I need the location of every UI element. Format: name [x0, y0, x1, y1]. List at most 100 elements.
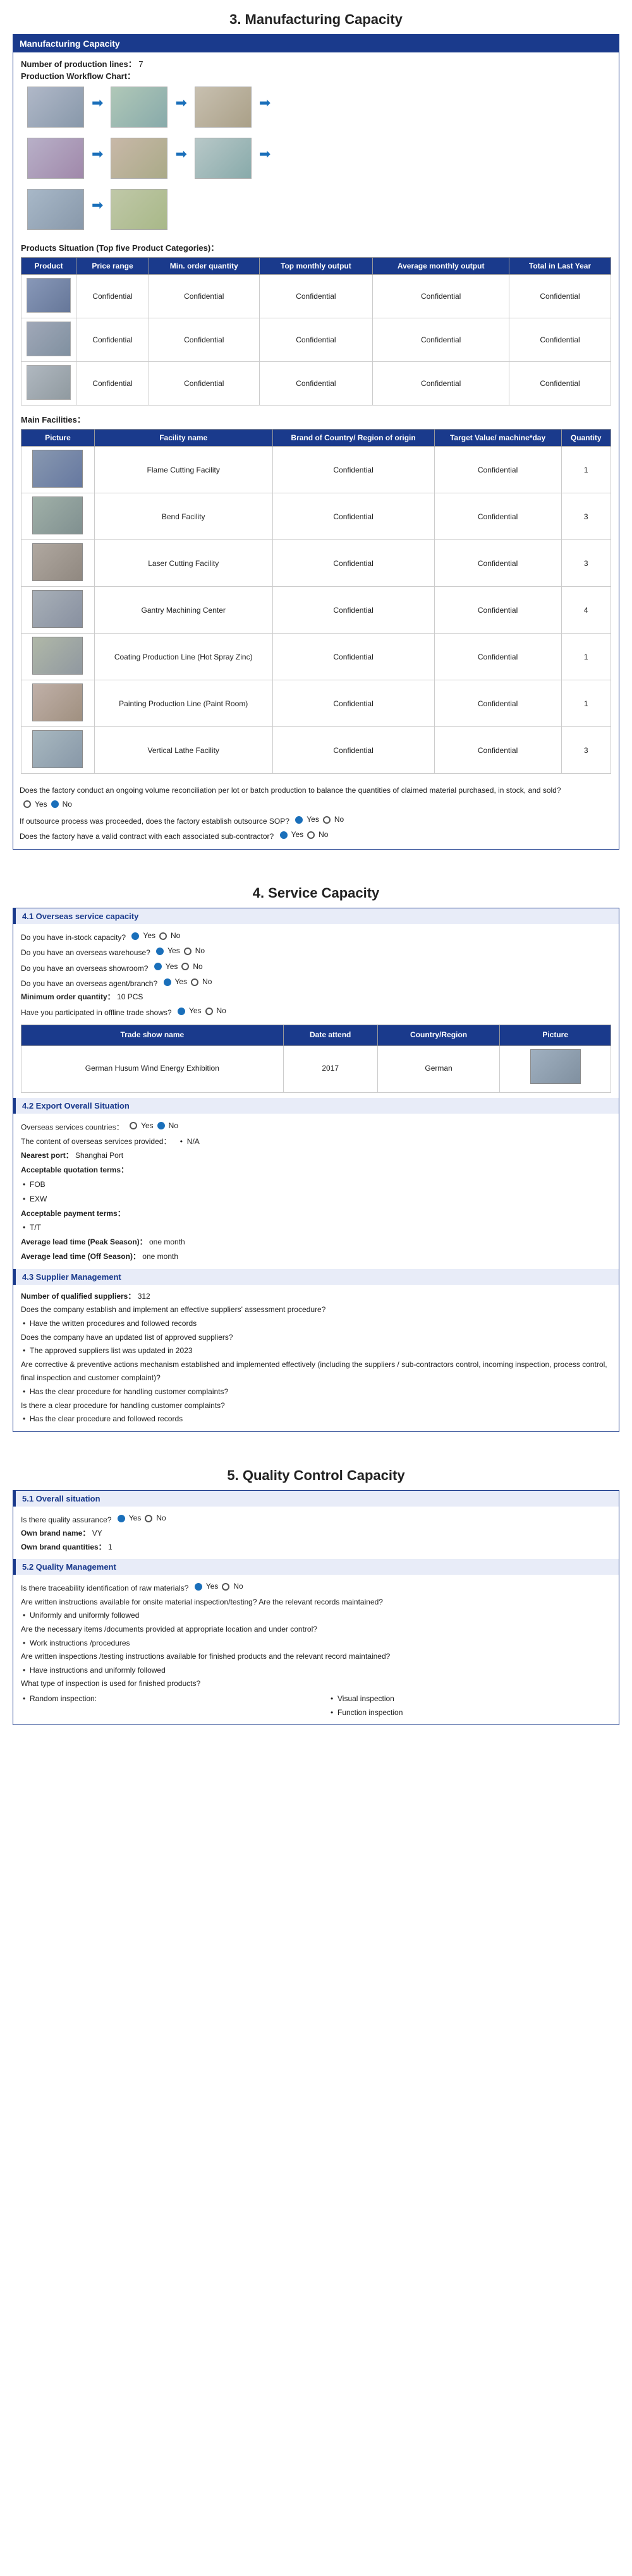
- table-row: Confidential Confidential Confidential C…: [21, 318, 611, 362]
- product-img-2: [21, 318, 76, 362]
- agent-row: Do you have an overseas agent/branch? Ye…: [21, 975, 611, 990]
- section4-title: 4. Service Capacity: [0, 874, 632, 908]
- warehouse-row: Do you have an overseas warehouse? Yes N…: [21, 944, 611, 960]
- inspection-col2: Visual inspection Function inspection: [329, 1692, 611, 1719]
- clear-procedure-bullet: Has the clear procedure and followed rec…: [21, 1412, 611, 1426]
- workflow-bend: [104, 87, 174, 130]
- fac-target-1: Confidential: [434, 447, 561, 493]
- overseas-radio: Yes No: [130, 1119, 178, 1133]
- payment-row: Acceptable payment terms： T/T: [21, 1207, 611, 1236]
- trade-picture-1: [500, 1045, 611, 1092]
- min-order-row: Minimum order quantity： 10 PCS: [21, 990, 611, 1004]
- workflow-machining: [104, 138, 174, 181]
- fac-brand-1: Confidential: [272, 447, 434, 493]
- workflow-painting: [21, 189, 90, 232]
- fac-brand-7: Confidential: [272, 727, 434, 774]
- fac-qty-5: 1: [561, 634, 611, 680]
- lead-off-row: Average lead time (Off Season)： one mont…: [21, 1249, 611, 1264]
- showroom-radio: Yes No: [154, 960, 203, 974]
- necessary-items-bullet: Work instructions /procedures: [21, 1637, 611, 1651]
- fac-target-3: Confidential: [434, 540, 561, 587]
- agent-yes: [164, 978, 171, 986]
- product-min-2: Confidential: [149, 318, 260, 362]
- fac-col-picture: Picture: [21, 430, 95, 447]
- products-table: Product Price range Min. order quantity …: [21, 257, 611, 406]
- table-row: Vertical Lathe Facility Confidential Con…: [21, 727, 611, 774]
- fac-name-5: Coating Production Line (Hot Spray Zinc): [94, 634, 272, 680]
- product-avg-1: Confidential: [373, 275, 509, 318]
- q2-radio-group: Yes No: [295, 813, 344, 827]
- q3-radio-group: Yes No: [280, 828, 329, 842]
- trade-date-1: 2017: [283, 1045, 377, 1092]
- fac-target-2: Confidential: [434, 493, 561, 540]
- products-col-avg: Average monthly output: [373, 258, 509, 275]
- overseas-no: [157, 1122, 165, 1129]
- overseas-yes: [130, 1122, 137, 1129]
- fac-brand-2: Confidential: [272, 493, 434, 540]
- written-instr-row: Are written instructions available for o…: [21, 1596, 611, 1610]
- product-total-1: Confidential: [509, 275, 611, 318]
- supplier-content: Number of qualified suppliers： 312 Does …: [13, 1285, 619, 1431]
- fac-col-brand: Brand of Country/ Region of origin: [272, 430, 434, 447]
- approved-q-row: Does the company have an updated list of…: [21, 1331, 611, 1345]
- fac-name-3: Laser Cutting Facility: [94, 540, 272, 587]
- trade-col-date: Date attend: [283, 1025, 377, 1046]
- arrow-7: ➡: [92, 197, 103, 225]
- warehouse-yes: [156, 948, 164, 955]
- product-total-2: Confidential: [509, 318, 611, 362]
- quotation-row: Acceptable quotation terms： FOB EXW: [21, 1163, 611, 1206]
- bottom-questions: Does the factory conduct an ongoing volu…: [13, 779, 619, 849]
- table-row: Painting Production Line (Paint Room) Co…: [21, 680, 611, 727]
- products-img: [111, 189, 167, 230]
- quality-control-box: 5.1 Overall situation Is there quality a…: [13, 1490, 619, 1725]
- sub42-header: 4.2 Export Overall Situation: [13, 1098, 619, 1114]
- own-brand-qty-row: Own brand quantities： 1: [21, 1541, 611, 1555]
- mfg-capacity-header: Manufacturing Capacity: [13, 35, 619, 52]
- q1-no-radio: [51, 800, 59, 808]
- arrow-2: ➡: [175, 95, 186, 123]
- warehouse-radio: Yes No: [156, 944, 205, 958]
- product-top-1: Confidential: [259, 275, 373, 318]
- product-price-3: Confidential: [76, 362, 149, 406]
- products-col-min: Min. order quantity: [149, 258, 260, 275]
- inspection-cols: Random inspection: Visual inspection Fun…: [21, 1692, 611, 1719]
- product-img-1: [21, 275, 76, 318]
- assemble-img: [195, 87, 252, 128]
- bottom-q3: Does the factory have a valid contract w…: [20, 828, 612, 843]
- fac-target-5: Confidential: [434, 634, 561, 680]
- fac-brand-4: Confidential: [272, 587, 434, 634]
- product-min-3: Confidential: [149, 362, 260, 406]
- inspection-item-visual: Visual inspection: [329, 1692, 611, 1706]
- products-col-product: Product: [21, 258, 76, 275]
- bend-img: [111, 87, 167, 128]
- fac-name-2: Bend Facility: [94, 493, 272, 540]
- arrow-4: ➡: [92, 146, 103, 174]
- inspection-col1: Random inspection:: [21, 1692, 303, 1719]
- inspection-item-random: Random inspection:: [21, 1692, 303, 1706]
- fac-img-7: [21, 727, 95, 774]
- product-avg-3: Confidential: [373, 362, 509, 406]
- products-col-price: Price range: [76, 258, 149, 275]
- workflow-sandblast: [188, 138, 258, 181]
- trade-col-name: Trade show name: [21, 1025, 284, 1046]
- lead-peak-row: Average lead time (Peak Season)： one mon…: [21, 1235, 611, 1249]
- product-top-2: Confidential: [259, 318, 373, 362]
- traceability-yes: [195, 1583, 202, 1591]
- fac-qty-4: 4: [561, 587, 611, 634]
- sub43-header: 4.3 Supplier Management: [13, 1269, 619, 1285]
- machining-img: [111, 138, 167, 179]
- approved-bullet: The approved suppliers list was updated …: [21, 1344, 611, 1358]
- fac-name-7: Vertical Lathe Facility: [94, 727, 272, 774]
- fac-img-1: [21, 447, 95, 493]
- fac-name-1: Flame Cutting Facility: [94, 447, 272, 493]
- in-stock-yes: [131, 932, 139, 940]
- trade-country-1: German: [377, 1045, 500, 1092]
- fac-brand-6: Confidential: [272, 680, 434, 727]
- painting-img: [27, 189, 84, 230]
- table-row: Gantry Machining Center Confidential Con…: [21, 587, 611, 634]
- manufacturing-capacity-box: Manufacturing Capacity Number of product…: [13, 34, 619, 850]
- fac-img-5: [21, 634, 95, 680]
- sub51-header: 5.1 Overall situation: [13, 1491, 619, 1507]
- arrow-6: ➡: [259, 146, 270, 174]
- corrective-q-row: Are corrective & preventive actions mech…: [21, 1358, 611, 1385]
